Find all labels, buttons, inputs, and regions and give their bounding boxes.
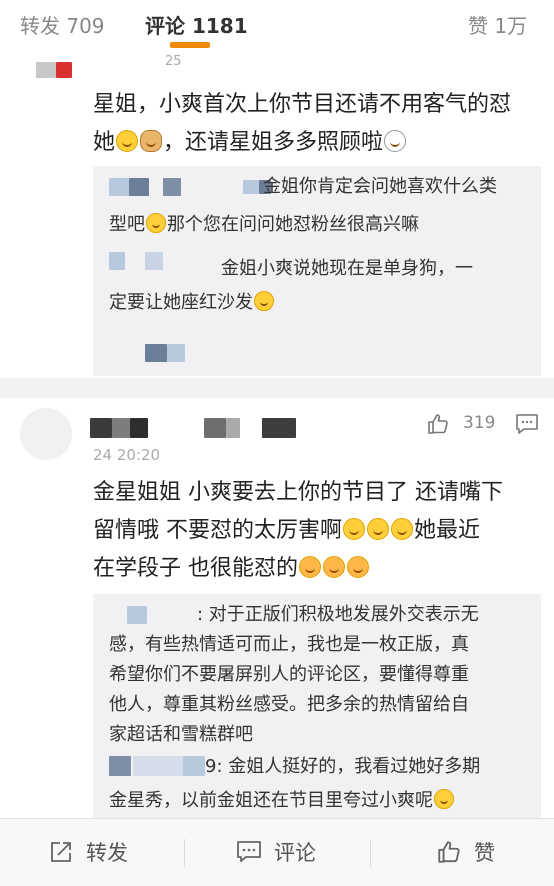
- username: [130, 418, 148, 438]
- reply-text-line: 金姐你肯定会问她喜欢什么类: [263, 176, 497, 197]
- text-fragment: 在学段子 也很能怼的: [93, 556, 298, 581]
- more-replies-link: [167, 344, 185, 362]
- divider: [184, 839, 185, 867]
- share-icon: [51, 842, 71, 862]
- divider: [370, 839, 371, 867]
- reply-list[interactable]: : 对于正版们积极地发展外交表示无 感，有些热情适可而止，我也是一枚正版，真 希…: [93, 594, 541, 818]
- smile-emoji-icon: [254, 291, 274, 311]
- reply-text-line: 定要让她座红沙发: [109, 288, 275, 318]
- like-count: 319: [463, 413, 496, 433]
- doge-emoji-icon: [140, 130, 163, 152]
- thumbs-up-icon: [438, 841, 460, 863]
- reply-text-line: 希望你们不要屠屏别人的评论区，要懂得尊重: [109, 664, 469, 685]
- tab-repost[interactable]: 转发 709: [20, 10, 105, 39]
- text-fragment: 型吧: [109, 214, 145, 235]
- username[interactable]: [90, 418, 112, 438]
- tab-like[interactable]: 赞 1万: [468, 10, 527, 39]
- reply-username: [183, 756, 205, 776]
- crying-emoji-icon: [347, 556, 369, 578]
- reply-username[interactable]: [127, 606, 147, 624]
- text-fragment: ，还请星姐多多照顾啦: [163, 130, 384, 155]
- crying-emoji-icon: [299, 556, 321, 578]
- reply-text-line: 9: 金姐人挺好的，我看过她好多期: [205, 756, 481, 777]
- laugh-cry-emoji-icon: [391, 518, 413, 540]
- like-button[interactable]: 赞: [436, 837, 495, 867]
- grin-emoji-icon: [146, 213, 166, 233]
- reply-username: [145, 252, 163, 270]
- text-fragment: 定要让她座红沙发: [109, 292, 253, 313]
- text-fragment: 金星秀，以前金姐还在节目里夸过小爽呢: [109, 790, 433, 811]
- comment-text-line: 星姐，小爽首次上你节目还请不用客气的怼: [93, 92, 512, 117]
- reply-username[interactable]: [109, 756, 131, 776]
- thumbs-up-icon[interactable]: [426, 412, 450, 436]
- grin-emoji-icon: [116, 130, 139, 152]
- comment-time: 24 20:20: [93, 446, 161, 464]
- repost-button[interactable]: 转发: [48, 837, 128, 867]
- reply-text-line: 型吧 那个您在问问她怼粉丝很高兴嘛: [109, 210, 419, 240]
- username: [226, 418, 240, 438]
- reply-username: [109, 252, 125, 270]
- reply-text-line: 他人，尊重其粉丝感受。把多余的热情留给自: [109, 694, 469, 715]
- reply-username: [133, 756, 183, 776]
- repost-label: 转发: [86, 841, 128, 865]
- avatar[interactable]: [20, 408, 72, 460]
- comment-icon: [237, 841, 261, 862]
- reply-username[interactable]: [109, 178, 129, 196]
- username: [262, 418, 296, 438]
- crying-emoji-icon: [323, 556, 345, 578]
- reply-text-line: 金星秀，以前金姐还在节目里夸过小爽呢: [109, 786, 455, 816]
- username: [112, 418, 130, 438]
- laugh-cry-emoji-icon: [343, 518, 365, 540]
- tab-comment[interactable]: 评论 1181: [145, 10, 248, 39]
- reply-username: [129, 178, 149, 196]
- text-fragment: 她: [93, 130, 116, 155]
- reply-text-line: 家超话和雪糕群吧: [109, 724, 253, 745]
- laugh-cry-emoji-icon: [367, 518, 389, 540]
- reply-username: [163, 178, 181, 196]
- reply-username: [243, 180, 259, 194]
- like-label: 赞: [474, 841, 495, 865]
- username: [204, 418, 226, 438]
- comment-label: 评论: [274, 841, 316, 865]
- text-fragment: 那个您在问问她怼粉丝很高兴嘛: [167, 214, 419, 235]
- active-tab-indicator: [170, 42, 210, 48]
- text-fragment: 留情哦 不要怼的太厉害啊: [93, 518, 342, 543]
- more-replies-link[interactable]: [145, 344, 167, 362]
- comment-tab-bar: 转发 709 评论 1181 赞 1万: [0, 0, 554, 50]
- comment-time: 25: [165, 54, 182, 69]
- reply-text-line: : 对于正版们积极地发展外交表示无: [197, 604, 479, 625]
- glasses-emoji-icon: [384, 130, 407, 152]
- divider: [0, 378, 554, 398]
- text-fragment: 她最近: [414, 518, 481, 543]
- comment-text-line: 她 ，还请星姐多多照顾啦: [93, 124, 407, 162]
- comment-text-line: 金星姐姐 小爽要去上你的节目了 还请嘴下: [93, 480, 503, 505]
- bottom-action-bar: 转发 评论 赞: [0, 818, 554, 886]
- comment-text-line: 在学段子 也很能怼的: [93, 550, 370, 588]
- comment-button[interactable]: 评论: [236, 837, 316, 867]
- comment-text-line: 留情哦 不要怼的太厉害啊 她最近: [93, 512, 480, 550]
- smile-emoji-icon: [434, 789, 454, 809]
- user-badge: [56, 62, 72, 78]
- avatar[interactable]: [36, 62, 56, 78]
- reply-text-line: 感，有些热情适可而止，我也是一枚正版，真: [109, 634, 469, 655]
- reply-text-line: 金姐小爽说她现在是单身狗，一: [221, 258, 473, 279]
- reply-icon[interactable]: [515, 413, 539, 435]
- reply-list[interactable]: 金姐你肯定会问她喜欢什么类 型吧 那个您在问问她怼粉丝很高兴嘛 金姐小爽说她现在是…: [93, 166, 541, 376]
